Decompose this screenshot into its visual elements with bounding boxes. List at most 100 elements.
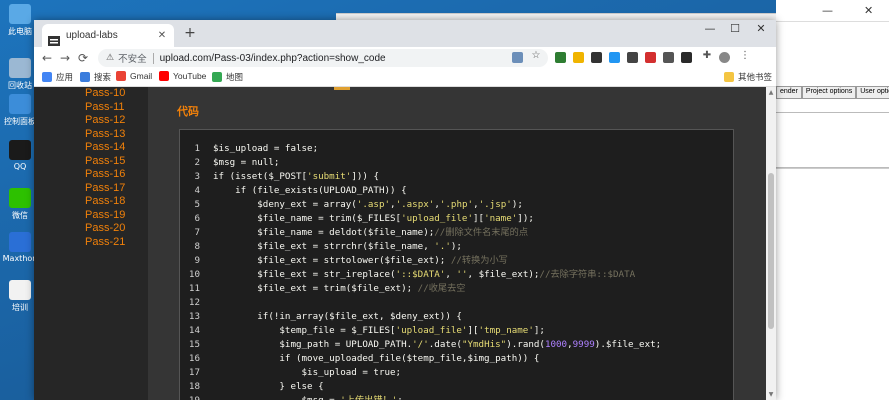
url-text[interactable]: upload.com/Pass-03/index.php?action=show…: [160, 53, 386, 64]
browser-tab[interactable]: upload-labs ✕: [42, 24, 174, 47]
extensions-puzzle-icon[interactable]: ✚: [700, 50, 714, 61]
pass-link[interactable]: Pass-16: [85, 168, 125, 180]
desktop-icon[interactable]: 微信: [2, 188, 38, 221]
desktop-icon-label: 控制面板: [4, 117, 36, 126]
tab-user-options[interactable]: User options: [856, 86, 889, 99]
code-text: $msg = null;: [213, 157, 280, 168]
code-line: 11 $file_ext = trim($file_ext); //收尾去空: [180, 282, 735, 296]
bookmark-other[interactable]: 其他书签: [724, 71, 772, 83]
translate-icon[interactable]: [512, 52, 523, 63]
background-close-button[interactable]: ✕: [864, 4, 873, 17]
maximize-button[interactable]: ☐: [724, 22, 746, 35]
extension-icon-4[interactable]: [609, 52, 620, 63]
close-window-button[interactable]: ✕: [750, 22, 772, 35]
bookmark-maps[interactable]: 地图: [212, 71, 243, 83]
code-line: 12: [180, 296, 735, 310]
minimize-button[interactable]: —: [699, 22, 721, 35]
code-line: 17 $is_upload = true;: [180, 366, 735, 380]
pass-link[interactable]: Pass-15: [85, 155, 125, 167]
tab-close-icon[interactable]: ✕: [156, 30, 168, 41]
scrollbar-thumb[interactable]: [768, 173, 774, 329]
code-text: $is_upload = true;: [213, 367, 402, 378]
line-number: 9: [194, 255, 200, 266]
code-text: if (move_uploaded_file($temp_file,$img_p…: [213, 353, 540, 364]
line-number: 10: [188, 269, 200, 280]
background-window-panel: [776, 112, 889, 168]
desktop-icon[interactable]: 培训: [2, 280, 38, 313]
desktop-icon[interactable]: 回收站: [2, 58, 38, 91]
pass-link[interactable]: Pass-18: [85, 195, 125, 207]
extension-icon-8[interactable]: [681, 52, 692, 63]
extension-icon-2[interactable]: [573, 52, 584, 63]
extension-icon-6[interactable]: [645, 52, 656, 63]
line-number: 7: [194, 227, 200, 238]
pass-link[interactable]: Pass-17: [85, 182, 125, 194]
extension-icon-3[interactable]: [591, 52, 602, 63]
extension-icon-5[interactable]: [627, 52, 638, 63]
scroll-up-icon[interactable]: ▲: [766, 89, 776, 96]
not-secure-icon[interactable]: ⚠: [106, 53, 114, 63]
pass-link[interactable]: Pass-20: [85, 222, 125, 234]
extension-icon-7[interactable]: [663, 52, 674, 63]
pass-nav: Pass-10 Pass-11 Pass-12 Pass-13 Pass-14 Pass-…: [34, 87, 148, 400]
code-text: } else {: [213, 381, 324, 392]
address-bar[interactable]: ⚠ 不安全 upload.com/Pass-03/index.php?actio…: [98, 49, 548, 67]
browser-toolbar: ← → ⟳ ⚠ 不安全 upload.com/Pass-03/index.php…: [34, 47, 776, 69]
pass-link[interactable]: Pass-21: [85, 236, 125, 248]
pass-link[interactable]: Pass-12: [85, 114, 125, 126]
line-number: 13: [188, 311, 200, 322]
desktop-icon-label: Maxthon: [2, 254, 38, 263]
code-line: 19 $msg = '上传出错！';: [180, 394, 735, 400]
code-text: $temp_file = $_FILES['upload_file']['tmp…: [213, 325, 545, 336]
code-line: 18 } else {: [180, 380, 735, 394]
profile-avatar[interactable]: [719, 52, 730, 63]
page-content: Pass-10 Pass-11 Pass-12 Pass-13 Pass-14 Pass-…: [34, 87, 776, 400]
forward-button[interactable]: →: [58, 50, 72, 66]
line-number: 17: [188, 367, 200, 378]
desktop-app-icon: [9, 94, 31, 114]
line-number: 18: [188, 381, 200, 392]
line-number: 3: [194, 171, 200, 182]
bookmark-search[interactable]: 搜索: [80, 71, 111, 83]
page-scrollbar[interactable]: ▲ ▼: [766, 87, 776, 400]
bookmark-apps[interactable]: 应用: [42, 71, 73, 83]
tab-render[interactable]: ender: [776, 86, 802, 99]
code-section: 代码 1 $is_upload = false; 2 $msg = null; 3 if …: [148, 87, 776, 400]
menu-kebab-icon[interactable]: ⋮: [738, 50, 752, 61]
pass-link[interactable]: Pass-10: [85, 87, 125, 99]
code-line: 7 $file_name = deldot($file_name);//删除文件…: [180, 226, 735, 240]
background-minimize-button[interactable]: —: [822, 4, 833, 17]
desktop-icon[interactable]: 此电脑: [2, 4, 38, 37]
background-window-tabs: ender Project options User options: [776, 86, 889, 100]
code-text: $file_ext = str_ireplace('::$DATA', '', …: [213, 269, 636, 280]
desktop-app-icon: [9, 188, 31, 208]
line-number: 16: [188, 353, 200, 364]
bookmark-gmail[interactable]: Gmail: [116, 71, 152, 81]
background-window: — ✕ ender Project options User options: [776, 0, 889, 400]
security-label[interactable]: 不安全: [118, 51, 147, 65]
tab-strip: upload-labs ✕ + — ☐ ✕: [34, 20, 776, 47]
desktop-icon-label: 培训: [12, 303, 28, 312]
reload-button[interactable]: ⟳: [76, 50, 90, 66]
tab-project-options[interactable]: Project options: [801, 86, 857, 99]
pass-link[interactable]: Pass-19: [85, 209, 125, 221]
bookmark-youtube[interactable]: YouTube: [159, 71, 206, 81]
scroll-down-icon[interactable]: ▼: [766, 391, 776, 398]
code-text: $file_ext = trim($file_ext); //收尾去空: [213, 283, 466, 294]
pass-link[interactable]: Pass-14: [85, 141, 125, 153]
desktop-icon[interactable]: QQ: [2, 140, 38, 171]
pass-link[interactable]: Pass-13: [85, 128, 125, 140]
bookmark-star-icon[interactable]: ☆: [529, 50, 543, 61]
new-tab-button[interactable]: +: [182, 25, 198, 41]
code-line: 8 $file_ext = strrchr($file_name, '.');: [180, 240, 735, 254]
pass-link[interactable]: Pass-11: [85, 101, 125, 113]
back-button[interactable]: ←: [40, 50, 54, 66]
code-text: $file_ext = strtolower($file_ext); //转换为…: [213, 255, 508, 266]
code-text: $is_upload = false;: [213, 143, 319, 154]
desktop-icon[interactable]: 控制面板: [2, 94, 38, 127]
extension-icon-1[interactable]: [555, 52, 566, 63]
code-line: 4 if (file_exists(UPLOAD_PATH)) {: [180, 184, 735, 198]
desktop-icon-label: 回收站: [8, 81, 32, 90]
desktop-icon[interactable]: Maxthon: [2, 232, 38, 263]
menu-tab-indicator: [334, 87, 350, 90]
